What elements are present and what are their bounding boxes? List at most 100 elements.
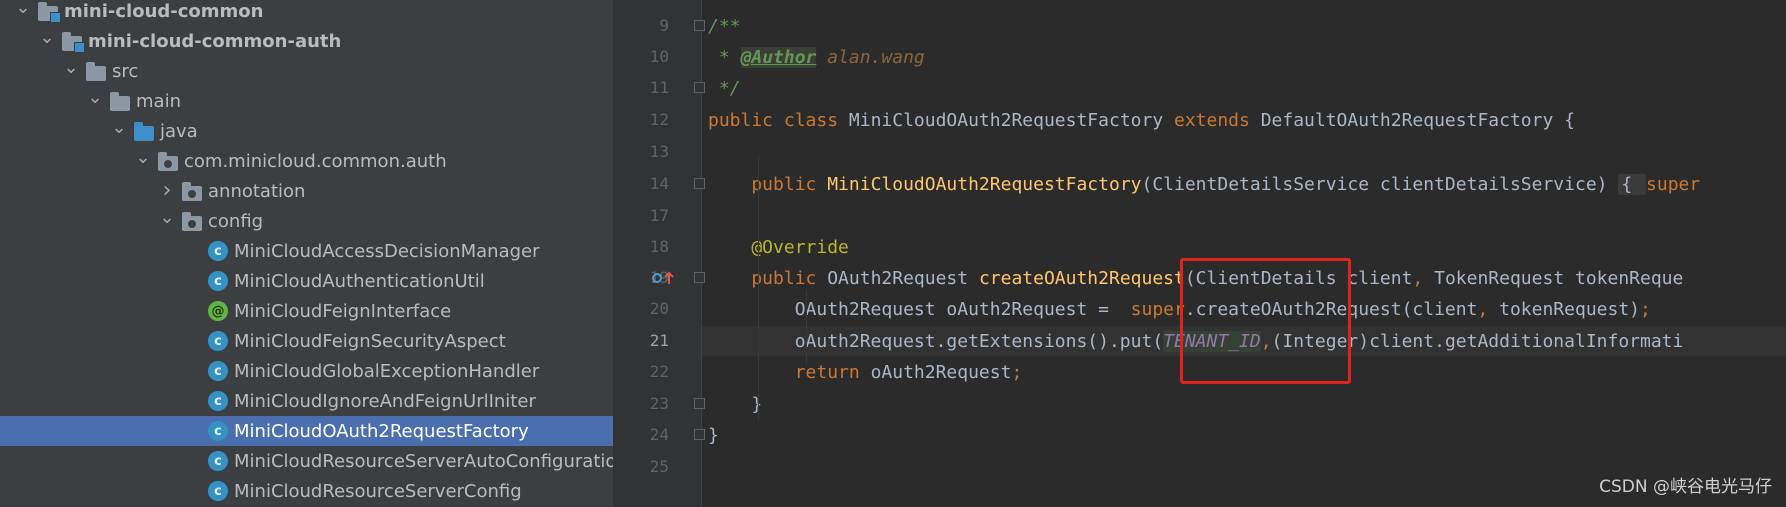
code-line[interactable]: } (708, 420, 719, 450)
java-class-icon: c (208, 361, 228, 381)
tree-item[interactable]: › annotation (0, 176, 613, 206)
tree-item-label: annotation (208, 180, 306, 202)
tree-item-label: MiniCloudResourceServerAutoConfiguration (234, 450, 613, 472)
line-number: 23 (649, 394, 669, 413)
package-folder-icon (158, 152, 178, 171)
code-token: OAuth2Request oAuth2Request = (708, 298, 1131, 320)
code-token: MiniCloudOAuth2RequestFactory (827, 173, 1142, 195)
tree-item-label: com.minicloud.common.auth (184, 150, 447, 172)
code-editor[interactable]: 9 10 11 12 13 14 17 18 19 20 21 22 23 24 25 /** * @Aut… (613, 0, 1786, 507)
tree-item[interactable]: ⌄ java (0, 116, 613, 146)
tree-item[interactable]: c MiniCloudResourceServerAutoConfiguratio… (0, 446, 613, 476)
line-number: 22 (649, 362, 669, 381)
tree-item[interactable]: @ MiniCloudFeignInterface (0, 296, 613, 326)
chevron-down-icon[interactable]: ⌄ (39, 27, 54, 48)
code-token: oAuth2Request.getExtensions().put( (708, 330, 1164, 352)
tree-item[interactable]: ⌄ mini-cloud-common (0, 0, 613, 26)
code-token: , (1477, 298, 1500, 320)
fold-marker-icon[interactable] (694, 82, 705, 93)
source-folder-icon (134, 122, 154, 141)
tree-item[interactable]: ⌄ mini-cloud-common-auth (0, 26, 613, 56)
tree-item[interactable]: c MiniCloudIgnoreAndFeignUrlIniter (0, 386, 613, 416)
chevron-down-icon[interactable]: ⌄ (135, 147, 150, 168)
code-token: tokenRequest) (1499, 298, 1641, 320)
highlight-annotation-box (1180, 258, 1351, 384)
code-token: extends (1174, 109, 1261, 131)
tree-item-label: MiniCloudResourceServerConfig (234, 480, 522, 502)
code-token: (ClientDetailsService clientDetailsServi… (1141, 173, 1619, 195)
chevron-down-icon[interactable]: ⌄ (111, 117, 126, 138)
code-line[interactable]: /** (708, 11, 741, 41)
line-number: 20 (649, 299, 669, 318)
line-number: 18 (649, 237, 669, 256)
code-token: oAuth2Request (870, 361, 1012, 383)
tree-item-label: MiniCloudFeignSecurityAspect (234, 330, 506, 352)
java-class-icon: c (208, 421, 228, 441)
module-folder-icon (38, 2, 61, 23)
module-folder-icon (62, 32, 85, 53)
tree-item[interactable]: ⌄ config (0, 206, 613, 236)
indent-guide (806, 290, 807, 365)
java-class-icon: c (208, 241, 228, 261)
code-token: */ (708, 77, 741, 99)
tree-item[interactable]: ⌄ main (0, 86, 613, 116)
code-token: MiniCloudOAuth2RequestFactory (848, 109, 1174, 131)
line-number: 11 (649, 78, 669, 97)
code-token: { (1618, 173, 1647, 195)
tree-item[interactable]: c MiniCloudAuthenticationUtil (0, 266, 613, 296)
java-class-icon: c (208, 271, 228, 291)
chevron-right-icon[interactable]: › (160, 178, 174, 203)
line-number: 24 (649, 425, 669, 444)
override-method-icon[interactable] (651, 270, 677, 286)
chevron-down-icon[interactable]: ⌄ (63, 57, 78, 78)
tree-item[interactable]: c MiniCloudResourceServerConfig (0, 476, 613, 506)
code-token: } (708, 393, 763, 415)
tree-item[interactable]: ⌄ com.minicloud.common.auth (0, 146, 613, 176)
chevron-down-icon[interactable]: ⌄ (87, 87, 102, 108)
code-token: public (708, 267, 828, 289)
chevron-down-icon[interactable]: ⌄ (159, 207, 174, 228)
tree-item-label: config (208, 210, 264, 232)
annotation-icon: @ (208, 301, 228, 321)
fold-marker-icon[interactable] (694, 20, 705, 31)
watermark: CSDN @峡谷电光马仔 (1599, 477, 1772, 497)
code-token: TokenRequest tokenReque (1434, 267, 1684, 289)
code-token: /** (708, 15, 741, 37)
tree-item-label: MiniCloudGlobalExceptionHandler (234, 360, 540, 382)
tree-item-label: MiniCloudFeignInterface (234, 300, 452, 322)
tree-item[interactable]: c MiniCloudAccessDecisionManager (0, 236, 613, 266)
code-token: OAuth2Request (827, 267, 979, 289)
java-class-icon: c (208, 481, 228, 501)
code-token: , (1412, 267, 1435, 289)
code-line[interactable]: return oAuth2Request; (708, 357, 1023, 387)
tree-item-label: MiniCloudOAuth2RequestFactory (234, 420, 529, 442)
tree-item[interactable]: c MiniCloudOAuth2RequestFactory (0, 416, 613, 446)
tree-item[interactable]: c MiniCloudFeignSecurityAspect (0, 326, 613, 356)
code-line[interactable]: * @Author alan.wang (708, 42, 925, 72)
code-token: return (708, 361, 871, 383)
tree-item[interactable]: ⌄ src (0, 56, 613, 86)
fold-marker-icon[interactable] (694, 272, 705, 283)
code-token: ; (1640, 298, 1651, 320)
tree-item-label: MiniCloudIgnoreAndFeignUrlIniter (234, 390, 536, 412)
fold-marker-icon[interactable] (694, 398, 705, 409)
tree-item-label: MiniCloudAccessDecisionManager (234, 240, 540, 262)
code-line[interactable]: */ (708, 73, 741, 103)
line-number: 10 (649, 47, 669, 66)
package-folder-icon (182, 212, 202, 231)
code-line[interactable]: @Override (708, 232, 849, 262)
tree-item[interactable]: c MiniCloudGlobalExceptionHandler (0, 356, 613, 386)
fold-marker-icon[interactable] (694, 178, 705, 189)
code-line[interactable]: public MiniCloudOAuth2RequestFactory (Cli… (708, 169, 1700, 199)
code-line[interactable]: } (708, 389, 762, 419)
tree-item-label: java (160, 120, 198, 142)
chevron-down-icon[interactable]: ⌄ (15, 0, 30, 18)
line-number: 9 (659, 16, 669, 35)
code-line[interactable]: public class MiniCloudOAuth2RequestFacto… (708, 105, 1575, 135)
java-class-icon: c (208, 451, 228, 471)
code-token: public (708, 173, 828, 195)
code-token: * (708, 46, 741, 68)
fold-marker-icon[interactable] (694, 429, 705, 440)
package-folder-icon (182, 182, 202, 201)
tree-item-label: mini-cloud-common-auth (88, 30, 342, 52)
